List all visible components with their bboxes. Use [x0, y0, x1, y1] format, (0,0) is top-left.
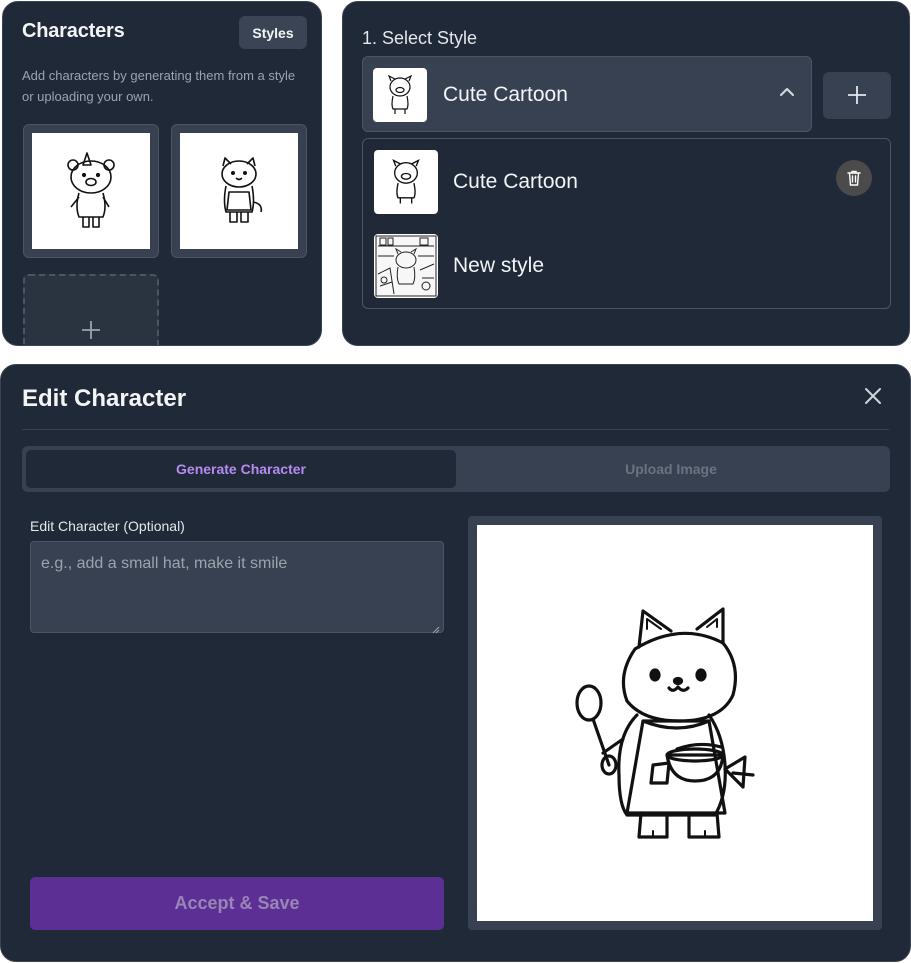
resize-handle-icon[interactable]	[432, 621, 440, 634]
add-character-tile[interactable]	[23, 274, 159, 345]
cat-chef-character-icon	[477, 525, 873, 921]
close-icon[interactable]	[862, 385, 884, 407]
accept-save-button[interactable]: Accept & Save	[30, 877, 444, 930]
tab-upload-image[interactable]: Upload Image	[456, 450, 886, 488]
style-options-list: Cute Cartoon New style	[362, 138, 891, 309]
add-style-button[interactable]	[823, 72, 891, 119]
pig-character-icon	[373, 68, 427, 122]
style-panel: 1. Select Style Cute Cartoon Cute Cartoo…	[342, 1, 910, 346]
dialog-title: Edit Character	[22, 385, 187, 412]
character-thumbnail-bear[interactable]	[23, 124, 159, 258]
trash-icon[interactable]	[836, 160, 872, 196]
plus-icon	[847, 80, 867, 112]
tab-generate-character[interactable]: Generate Character	[26, 450, 456, 488]
header-divider	[22, 429, 889, 430]
pig-character-icon	[374, 150, 438, 214]
character-preview	[468, 516, 882, 930]
mode-tabs: Generate Character Upload Image	[22, 446, 890, 492]
edit-character-placeholder: e.g., add a small hat, make it smile	[41, 555, 288, 572]
styles-button[interactable]: Styles	[239, 16, 307, 49]
characters-description: Add characters by generating them from a…	[22, 68, 296, 104]
style-option-label: Cute Cartoon	[453, 170, 578, 193]
cat-character-icon	[180, 133, 298, 249]
style-dropdown[interactable]: Cute Cartoon	[362, 56, 812, 132]
style-option-cute-cartoon[interactable]: Cute Cartoon	[374, 150, 879, 216]
style-option-label: New style	[453, 254, 545, 277]
edit-character-label: Edit Character (Optional)	[30, 518, 185, 534]
style-option-new-style[interactable]: New style	[374, 234, 879, 300]
bear-character-icon	[32, 133, 150, 249]
characters-panel: Characters Styles Add characters by gene…	[2, 1, 322, 346]
select-style-label: 1. Select Style	[362, 28, 478, 48]
plus-icon	[81, 317, 101, 345]
characters-title: Characters	[22, 20, 125, 42]
selected-style-label: Cute Cartoon	[443, 83, 568, 106]
kitchen-scene-icon	[374, 234, 438, 298]
character-thumbnail-cat[interactable]	[171, 124, 307, 258]
edit-character-input[interactable]: e.g., add a small hat, make it smile	[30, 541, 444, 634]
chevron-up-icon	[779, 84, 795, 102]
edit-character-dialog: Edit Character Generate Character Upload…	[0, 364, 911, 962]
